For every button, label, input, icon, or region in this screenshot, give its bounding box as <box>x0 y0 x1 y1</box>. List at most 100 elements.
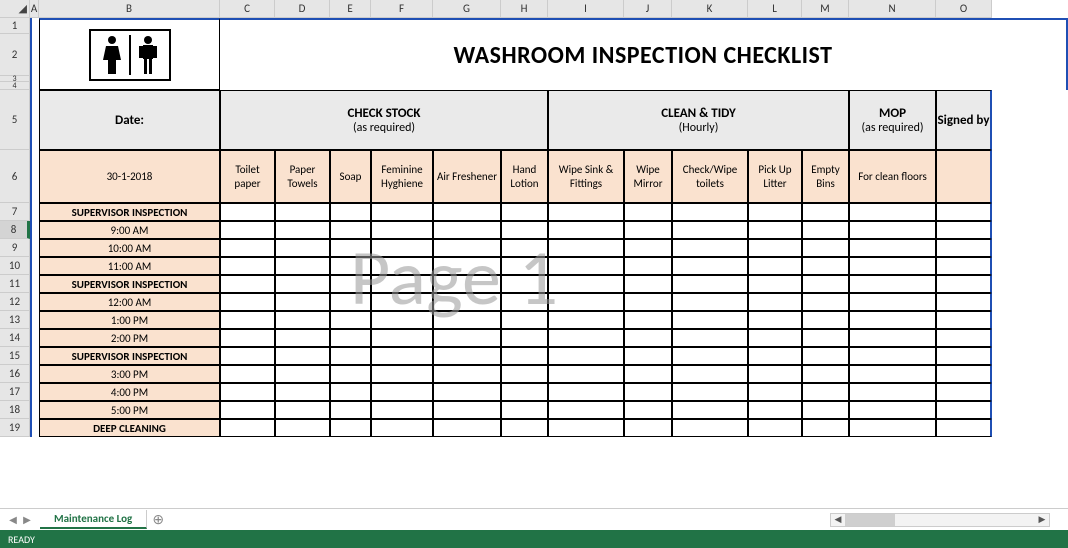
time-label[interactable]: 3:00 PM <box>39 365 220 383</box>
checklist-cell[interactable] <box>275 365 330 383</box>
time-label[interactable]: 4:00 PM <box>39 383 220 401</box>
checklist-cell[interactable] <box>371 239 433 257</box>
tab-nav-next-icon[interactable]: ▶ <box>20 513 34 527</box>
checklist-cell[interactable] <box>433 383 501 401</box>
checklist-cell[interactable] <box>672 239 748 257</box>
tab-maintenance-log[interactable]: Maintenance Log <box>40 510 147 529</box>
checklist-cell[interactable] <box>624 401 672 419</box>
col-header-H[interactable]: H <box>501 0 548 18</box>
checklist-cell[interactable] <box>624 329 672 347</box>
row-header-15[interactable]: 15 <box>0 347 30 365</box>
row-header-13[interactable]: 13 <box>0 311 30 329</box>
row-header-14[interactable]: 14 <box>0 329 30 347</box>
time-label[interactable]: 1:00 PM <box>39 311 220 329</box>
checklist-cell[interactable] <box>275 275 330 293</box>
checklist-cell[interactable] <box>371 257 433 275</box>
checklist-cell[interactable] <box>548 311 624 329</box>
row-header-18[interactable]: 18 <box>0 401 30 419</box>
supervisor-label[interactable]: DEEP CLEANING <box>39 419 220 437</box>
checklist-cell[interactable] <box>548 383 624 401</box>
checklist-cell[interactable] <box>275 347 330 365</box>
checklist-cell[interactable] <box>433 347 501 365</box>
checklist-cell[interactable] <box>802 203 849 221</box>
checklist-cell[interactable] <box>275 257 330 275</box>
tab-nav-prev-icon[interactable]: ◀ <box>6 513 20 527</box>
checklist-cell[interactable] <box>802 347 849 365</box>
checklist-cell[interactable] <box>672 221 748 239</box>
checklist-cell[interactable] <box>371 293 433 311</box>
checklist-cell[interactable] <box>275 401 330 419</box>
checklist-cell[interactable] <box>849 383 936 401</box>
checklist-cell[interactable] <box>748 203 802 221</box>
checklist-cell[interactable] <box>548 347 624 365</box>
time-label[interactable]: 11:00 AM <box>39 257 220 275</box>
checklist-cell[interactable] <box>672 275 748 293</box>
checklist-cell[interactable] <box>220 275 275 293</box>
checklist-cell[interactable] <box>275 293 330 311</box>
checklist-cell[interactable] <box>220 257 275 275</box>
checklist-cell[interactable] <box>371 383 433 401</box>
col-header-F[interactable]: F <box>371 0 433 18</box>
checklist-cell[interactable] <box>748 419 802 437</box>
checklist-cell[interactable] <box>433 401 501 419</box>
checklist-cell[interactable] <box>501 257 548 275</box>
time-label[interactable]: 9:00 AM <box>39 221 220 239</box>
checklist-cell[interactable] <box>936 311 992 329</box>
checklist-cell[interactable] <box>748 311 802 329</box>
checklist-cell[interactable] <box>849 239 936 257</box>
checklist-cell[interactable] <box>371 275 433 293</box>
row-header-11[interactable]: 11 <box>0 275 30 293</box>
checklist-cell[interactable] <box>433 311 501 329</box>
checklist-cell[interactable] <box>802 239 849 257</box>
checklist-cell[interactable] <box>849 419 936 437</box>
checklist-cell[interactable] <box>501 293 548 311</box>
time-label[interactable]: 5:00 PM <box>39 401 220 419</box>
checklist-cell[interactable] <box>330 293 371 311</box>
checklist-cell[interactable] <box>936 275 992 293</box>
checklist-cell[interactable] <box>275 311 330 329</box>
checklist-cell[interactable] <box>330 203 371 221</box>
checklist-cell[interactable] <box>672 329 748 347</box>
checklist-cell[interactable] <box>433 419 501 437</box>
checklist-cell[interactable] <box>748 383 802 401</box>
checklist-cell[interactable] <box>433 293 501 311</box>
checklist-cell[interactable] <box>371 221 433 239</box>
checklist-cell[interactable] <box>433 365 501 383</box>
checklist-cell[interactable] <box>748 275 802 293</box>
checklist-cell[interactable] <box>220 419 275 437</box>
checklist-cell[interactable] <box>330 383 371 401</box>
scroll-right-icon[interactable]: ▶ <box>1035 514 1049 526</box>
checklist-cell[interactable] <box>849 311 936 329</box>
checklist-cell[interactable] <box>936 419 992 437</box>
horizontal-scrollbar[interactable]: ◀ ▶ <box>830 513 1050 527</box>
checklist-cell[interactable] <box>802 275 849 293</box>
checklist-cell[interactable] <box>330 239 371 257</box>
checklist-cell[interactable] <box>220 239 275 257</box>
checklist-cell[interactable] <box>748 329 802 347</box>
checklist-cell[interactable] <box>672 401 748 419</box>
checklist-cell[interactable] <box>802 365 849 383</box>
supervisor-label[interactable]: SUPERVISOR INSPECTION <box>39 275 220 293</box>
time-label[interactable]: 12:00 AM <box>39 293 220 311</box>
checklist-cell[interactable] <box>501 203 548 221</box>
checklist-cell[interactable] <box>501 275 548 293</box>
checklist-cell[interactable] <box>501 347 548 365</box>
col-header-B[interactable]: B <box>39 0 220 18</box>
row-header-10[interactable]: 10 <box>0 257 30 275</box>
row-header-9[interactable]: 9 <box>0 239 30 257</box>
checklist-cell[interactable] <box>220 221 275 239</box>
checklist-cell[interactable] <box>849 347 936 365</box>
checklist-cell[interactable] <box>624 311 672 329</box>
checklist-cell[interactable] <box>275 203 330 221</box>
checklist-cell[interactable] <box>220 329 275 347</box>
checklist-cell[interactable] <box>548 257 624 275</box>
checklist-cell[interactable] <box>748 293 802 311</box>
checklist-cell[interactable] <box>849 401 936 419</box>
checklist-cell[interactable] <box>802 257 849 275</box>
checklist-cell[interactable] <box>849 221 936 239</box>
checklist-cell[interactable] <box>548 203 624 221</box>
col-header-D[interactable]: D <box>275 0 330 18</box>
checklist-cell[interactable] <box>548 293 624 311</box>
checklist-cell[interactable] <box>371 347 433 365</box>
checklist-cell[interactable] <box>275 383 330 401</box>
